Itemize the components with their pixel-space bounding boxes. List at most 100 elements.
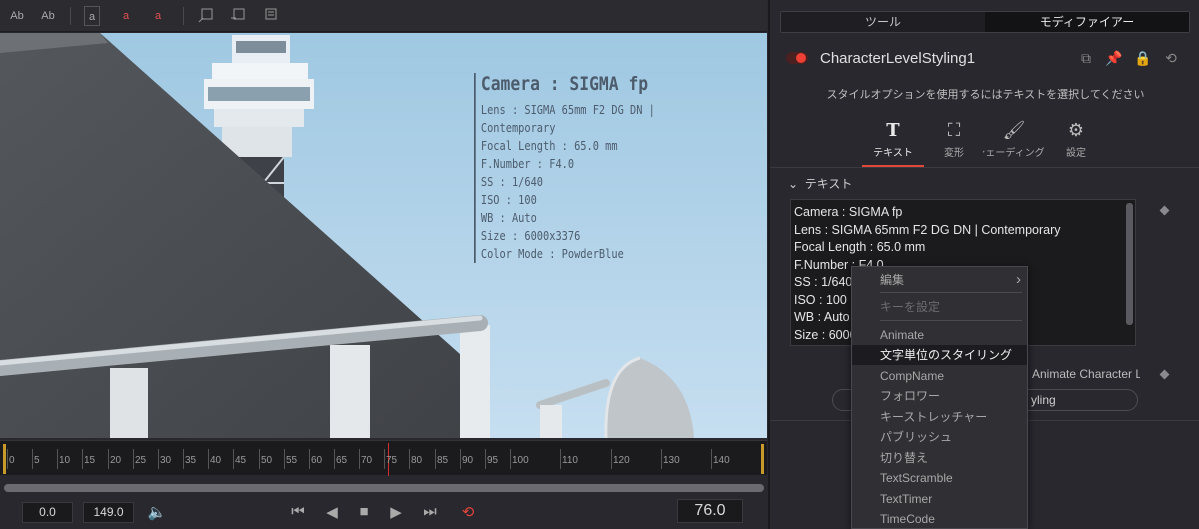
viewer-toolbar: Ab Ab a a a xyxy=(0,0,767,32)
text-style-button[interactable]: Ab xyxy=(6,6,28,26)
timeline-tick-label: 100 xyxy=(512,455,529,466)
timeline-tick-label: 85 xyxy=(437,455,449,466)
timeline-tick-label: 35 xyxy=(185,455,197,466)
keyframe-diamond-icon[interactable] xyxy=(1159,205,1170,216)
overlay-line: F.Number : F4.0 xyxy=(480,157,575,171)
overlay-line: Size : 6000x3376 xyxy=(480,229,581,243)
timeline-tick-label: 30 xyxy=(160,455,172,466)
tab-text[interactable]: T テキスト xyxy=(862,120,924,159)
tab-shading[interactable]: 🖌 シェーディング xyxy=(983,120,1045,159)
timeline-tick xyxy=(711,449,712,469)
timeline-tick xyxy=(435,449,436,469)
timeline-scrollbar[interactable] xyxy=(4,484,764,492)
menu-item-label: TextTimer xyxy=(880,492,933,506)
menu-item[interactable]: 切り替え xyxy=(852,448,1027,468)
follower-label: Animate Character Le xyxy=(1032,367,1140,381)
loop-icon[interactable]: ⟲ xyxy=(456,503,480,521)
play-icon[interactable]: ▶ xyxy=(384,503,408,521)
text-scrollbar[interactable] xyxy=(1126,203,1133,325)
timeline-tick xyxy=(460,449,461,469)
node-enable-toggle[interactable] xyxy=(786,52,808,64)
play-reverse-icon[interactable]: ◀ xyxy=(320,503,344,521)
menu-separator xyxy=(880,292,1022,293)
tab-modifier[interactable]: モディファイアー xyxy=(985,12,1189,32)
versions-icon[interactable]: ⧉ xyxy=(1077,50,1095,67)
section-header-text[interactable]: ⌄ テキスト xyxy=(788,175,852,192)
skip-end-icon[interactable]: ⏭ xyxy=(418,503,442,520)
timeline-tick-label: 10 xyxy=(59,455,71,466)
text-a-label: a xyxy=(154,10,162,22)
text-style-button[interactable]: Ab xyxy=(37,6,59,26)
timeline-tick-label: 90 xyxy=(462,455,474,466)
range-end-handle[interactable] xyxy=(761,444,764,474)
timeline-tick-label: 75 xyxy=(386,455,398,466)
timeline-tick xyxy=(133,449,134,469)
reset-icon[interactable]: ⟲ xyxy=(1162,50,1180,67)
timeline-tick-label: 110 xyxy=(562,455,578,466)
chevron-down-icon: ⌄ xyxy=(788,177,799,191)
transform-icon[interactable] xyxy=(196,6,216,26)
settings-icon: ⚙ xyxy=(1067,120,1085,140)
timeline-tick xyxy=(108,449,109,469)
styling-hint: スタイルオプションを使用するにはテキストを選択してください xyxy=(826,89,1145,101)
text-char-button[interactable]: a xyxy=(116,6,136,26)
menu-item-label: キーを設定 xyxy=(880,300,941,314)
tab-settings[interactable]: ⚙ 設定 xyxy=(1045,120,1107,159)
tab-label: テキスト xyxy=(873,148,913,159)
menu-item[interactable]: Animate xyxy=(852,325,1027,345)
text-ab-label: Ab xyxy=(10,10,24,22)
timeline-tick-label: 0 xyxy=(9,455,15,466)
keyframe-diamond-icon[interactable] xyxy=(1159,369,1170,380)
timeline-tick-label: 140 xyxy=(713,455,730,466)
menu-item[interactable]: 文字単位のスタイリング xyxy=(852,345,1027,365)
start-time-field[interactable]: 0.0 xyxy=(22,502,73,523)
menu-item[interactable]: パブリッシュ xyxy=(852,427,1027,447)
timeline-tick xyxy=(510,449,511,469)
timeline-tick-label: 70 xyxy=(361,455,373,466)
text-a-label: a xyxy=(122,10,130,22)
overlay-line: WB : Auto xyxy=(480,211,537,225)
timeline-tick xyxy=(284,449,285,469)
overlay-line: Lens : SIGMA 65mm F2 DG DN | Contemporar… xyxy=(480,103,655,135)
timeline-tick-label: 60 xyxy=(311,455,323,466)
menu-item-label: 編集 xyxy=(880,273,905,287)
timeline-tick xyxy=(485,449,486,469)
timeline-tick xyxy=(183,449,184,469)
end-time-field[interactable]: 149.0 xyxy=(83,502,134,523)
active-tab-underline xyxy=(862,165,924,167)
tab-transform[interactable]: ⛶ 変形 xyxy=(923,120,985,159)
toolbar-divider xyxy=(70,7,71,25)
menu-item[interactable]: フォロワー xyxy=(852,386,1027,406)
text-char-button[interactable]: a xyxy=(148,6,168,26)
volume-icon[interactable]: 🔈 xyxy=(145,503,169,521)
tab-label: 設定 xyxy=(1066,148,1086,159)
current-time-field[interactable]: 76.0 xyxy=(677,499,743,523)
lock-icon[interactable]: 🔒 xyxy=(1134,50,1152,67)
viewer-image[interactable]: Camera : SIGMA fp Lens : SIGMA 65mm F2 D… xyxy=(0,33,767,438)
menu-item[interactable]: TextTimer xyxy=(852,489,1027,509)
menu-item-label: キーストレッチャー xyxy=(880,410,988,424)
menu-item[interactable]: TextScramble xyxy=(852,468,1027,488)
timeline-tick xyxy=(359,449,360,469)
transform-icon: ⛶ xyxy=(947,120,961,140)
timeline-tick xyxy=(208,449,209,469)
menu-item[interactable]: キーストレッチャー xyxy=(852,407,1027,427)
timeline-tick-label: 40 xyxy=(210,455,222,466)
range-start-handle[interactable] xyxy=(3,444,6,474)
transform-icon[interactable] xyxy=(260,6,280,26)
menu-item-label: CompName xyxy=(880,369,945,383)
timeline-ruler[interactable]: 0 5 10 15 20 25 30 35 40 45 50 55 60 65 70 75 80 85 90 95 10… xyxy=(0,440,767,476)
stop-icon[interactable]: ■ xyxy=(352,503,376,520)
menu-item[interactable]: TimeCode xyxy=(852,509,1027,529)
tab-label: シェーディング xyxy=(983,148,1045,159)
menu-item[interactable]: CompName xyxy=(852,366,1027,386)
transform-icon[interactable] xyxy=(228,6,248,26)
menu-item: キーを設定 xyxy=(852,297,1027,317)
text-char-button[interactable]: a xyxy=(84,6,100,26)
skip-start-icon[interactable]: ⏮ xyxy=(286,503,310,520)
timeline-tick xyxy=(32,449,33,469)
inspector-tabs: T テキスト ⛶ 変形 🖌 シェーディング ⚙ 設定 xyxy=(770,110,1199,168)
menu-item[interactable]: 編集 › xyxy=(852,270,1027,290)
tab-tools[interactable]: ツール xyxy=(781,12,985,32)
pin-icon[interactable]: 📌 xyxy=(1105,50,1123,67)
